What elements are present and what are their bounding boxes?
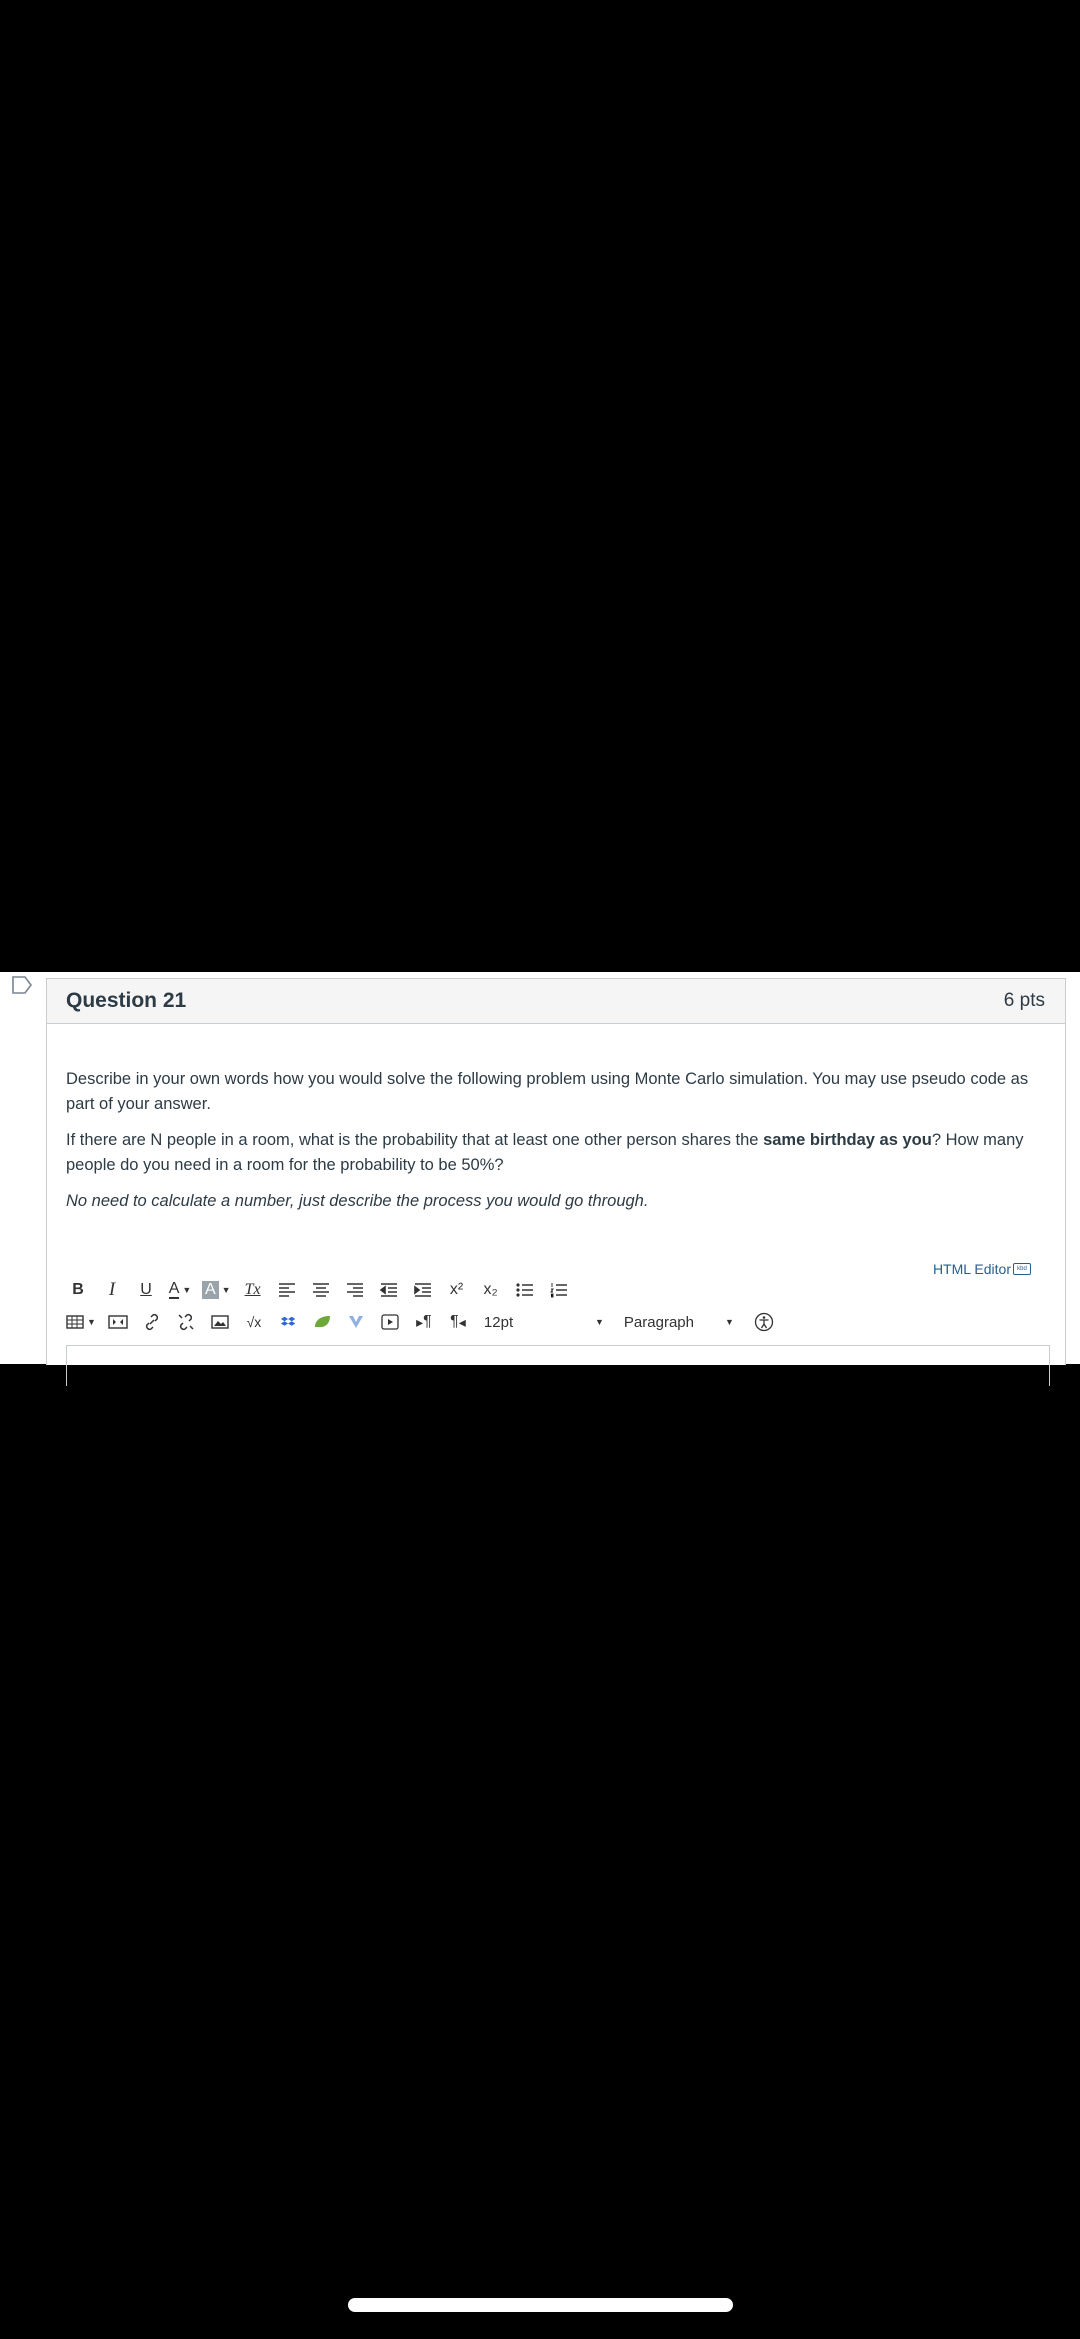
text-color-icon[interactable]: A ▼ bbox=[168, 1277, 192, 1303]
table-icon[interactable]: ▼ bbox=[66, 1309, 96, 1335]
bullet-list-icon[interactable] bbox=[513, 1277, 537, 1303]
editor-toolbar-row-1: B I U A ▼ A ▼ Tx x² x₂ bbox=[66, 1275, 581, 1305]
question-note: No need to calculate a number, just desc… bbox=[66, 1192, 649, 1210]
link-icon[interactable] bbox=[140, 1309, 164, 1335]
math-icon[interactable]: √x bbox=[242, 1309, 266, 1335]
underline-icon[interactable]: U bbox=[134, 1277, 158, 1303]
bold-icon[interactable]: B bbox=[66, 1277, 90, 1303]
clear-formatting-glyph: Tx bbox=[244, 1281, 261, 1298]
leaf-icon[interactable] bbox=[310, 1309, 334, 1335]
outdent-icon[interactable] bbox=[377, 1277, 401, 1303]
question-text: Describe in your own words how you would… bbox=[66, 1067, 1051, 1225]
home-indicator[interactable] bbox=[348, 2298, 733, 2312]
question-title: Question 21 bbox=[66, 989, 187, 1012]
italic-icon[interactable]: I bbox=[100, 1277, 124, 1303]
dropbox-icon[interactable] bbox=[276, 1309, 300, 1335]
chevron-down-icon: ▼ bbox=[595, 1317, 604, 1327]
unlink-icon[interactable] bbox=[174, 1309, 198, 1335]
editor-toolbar-row-2: ▼ √x ▸ ¶ ¶ ◂ 12pt ▼ Paragraph ▼ bbox=[66, 1307, 786, 1337]
ltr-glyph: ¶ bbox=[423, 1313, 432, 1330]
question-paragraph-2: If there are N people in a room, what is… bbox=[66, 1128, 1051, 1178]
underline-glyph: U bbox=[140, 1281, 152, 1298]
bold-glyph: B bbox=[72, 1281, 84, 1298]
subscript-icon[interactable]: x₂ bbox=[479, 1277, 503, 1303]
paragraph-2-text-start: If there are N people in a room, what is… bbox=[66, 1131, 764, 1149]
chevron-down-icon: ▼ bbox=[725, 1317, 734, 1327]
subscript-glyph: x₂ bbox=[483, 1281, 498, 1298]
align-right-icon[interactable] bbox=[343, 1277, 367, 1303]
media-icon[interactable] bbox=[106, 1309, 130, 1335]
align-left-icon[interactable] bbox=[275, 1277, 299, 1303]
italic-glyph: I bbox=[108, 1279, 116, 1300]
superscript-glyph: x² bbox=[449, 1281, 464, 1298]
keyboard-icon: kbd bbox=[1013, 1263, 1031, 1275]
rtl-icon[interactable]: ¶ ◂ bbox=[446, 1309, 470, 1335]
paragraph-value: Paragraph bbox=[623, 1313, 694, 1331]
html-editor-link[interactable]: HTML Editor kbd bbox=[933, 1261, 1031, 1277]
question-card: Question 21 6 pts Describe in your own w… bbox=[46, 978, 1066, 1386]
image-icon[interactable] bbox=[208, 1309, 232, 1335]
paragraph-select[interactable]: Paragraph ▼ bbox=[624, 1314, 734, 1331]
rtl-glyph: ¶ bbox=[450, 1313, 459, 1330]
superscript-icon[interactable]: x² bbox=[445, 1277, 469, 1303]
background-color-icon[interactable]: A ▼ bbox=[202, 1277, 231, 1303]
accessibility-icon[interactable] bbox=[752, 1309, 776, 1335]
font-size-value: 12pt bbox=[483, 1313, 514, 1331]
ltr-icon[interactable]: ▸ ¶ bbox=[412, 1309, 436, 1335]
v-icon[interactable] bbox=[344, 1309, 368, 1335]
video-icon[interactable] bbox=[378, 1309, 402, 1335]
question-points: 6 pts bbox=[1003, 990, 1045, 1011]
answer-text-area[interactable] bbox=[66, 1345, 1050, 1386]
flag-question-icon[interactable] bbox=[12, 976, 32, 994]
paragraph-2-bold-text: same birthday as you bbox=[763, 1131, 932, 1149]
chevron-down-icon: ▼ bbox=[87, 1317, 96, 1327]
question-header: Question 21 6 pts bbox=[47, 979, 1065, 1024]
indent-icon[interactable] bbox=[411, 1277, 435, 1303]
html-editor-label: HTML Editor bbox=[932, 1261, 1011, 1277]
numbered-list-icon[interactable] bbox=[547, 1277, 571, 1303]
question-paragraph-1: Describe in your own words how you would… bbox=[66, 1070, 1029, 1113]
align-center-icon[interactable] bbox=[309, 1277, 333, 1303]
font-size-select[interactable]: 12pt ▼ bbox=[484, 1314, 604, 1331]
text-color-glyph: A bbox=[168, 1280, 180, 1299]
math-glyph: √x bbox=[246, 1314, 262, 1330]
clear-formatting-icon[interactable]: Tx bbox=[241, 1277, 265, 1303]
chevron-down-icon: ▼ bbox=[221, 1285, 231, 1295]
chevron-down-icon: ▼ bbox=[182, 1285, 192, 1295]
background-color-glyph: A bbox=[202, 1281, 219, 1299]
